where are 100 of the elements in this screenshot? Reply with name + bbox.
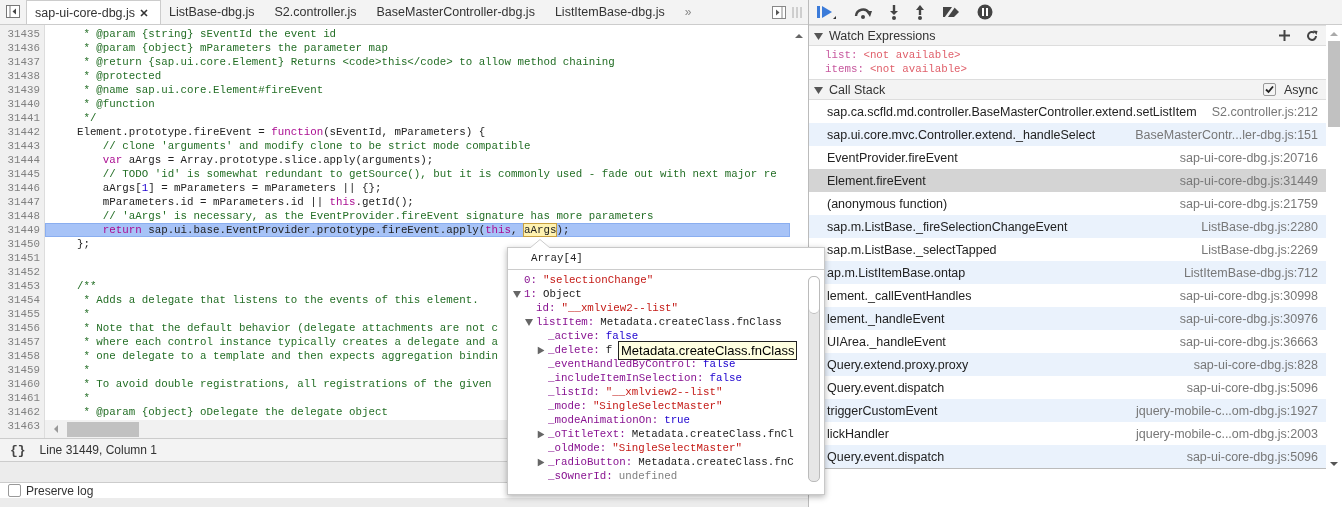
property-value: "SingleSelectMaster" bbox=[612, 441, 742, 455]
property-name: id: bbox=[536, 301, 556, 315]
function-name: triggerCustomEvent bbox=[827, 403, 938, 418]
property-value: Object bbox=[542, 287, 582, 301]
line-number: 31437 bbox=[6, 55, 41, 69]
line-number: 31460 bbox=[6, 377, 41, 391]
line-number: 31457 bbox=[6, 335, 41, 349]
function-name: Query.extend.proxy.proxy bbox=[827, 357, 969, 372]
code-text: * one delegate to a template and then expects aggregation bindin bbox=[82, 350, 499, 362]
line-number: 31440 bbox=[6, 97, 41, 111]
property-value: "selectionChange" bbox=[542, 273, 654, 287]
code-text: * @param {object} mParameters the parameter map bbox=[82, 42, 388, 54]
line-number: 31445 bbox=[6, 167, 41, 181]
property-name: _active: bbox=[548, 329, 600, 343]
property-name: _eventHandledByControl: bbox=[548, 357, 698, 371]
code-text: ] = mParameters = mParameters || {}; bbox=[148, 182, 382, 194]
line-number: 31448 bbox=[6, 209, 41, 223]
property-name: _oldMode: bbox=[548, 441, 607, 455]
code-text: , bbox=[511, 224, 519, 236]
code-text: 1 bbox=[141, 182, 149, 194]
line-number: 31462 bbox=[6, 405, 41, 419]
code-text: * @function bbox=[82, 98, 155, 110]
line-number: 31461 bbox=[6, 391, 41, 405]
code-text: this bbox=[485, 224, 512, 236]
property-value: Metadata.createClass.fnClass bbox=[600, 315, 782, 329]
code-text: sap.ui.base.EventProvider.prototype.fireEvent.apply( bbox=[147, 224, 486, 236]
property-value: false bbox=[605, 329, 639, 343]
line-number: 31456 bbox=[6, 321, 41, 335]
watch-value: <not available> bbox=[863, 48, 961, 62]
watch-name: items: bbox=[825, 62, 864, 76]
line-number: 31463 bbox=[6, 419, 41, 433]
function-name: EventProvider.fireEvent bbox=[827, 150, 958, 165]
cursor-position: Line 31449, Column 1 bbox=[39, 443, 158, 457]
property-value: "SingleSelectMaster" bbox=[592, 399, 723, 413]
tooltip: Metadata.createClass.fnClass bbox=[618, 341, 798, 360]
code-text: * bbox=[82, 308, 90, 320]
function-name: (anonymous function) bbox=[827, 196, 948, 211]
code-text: // clone 'arguments' and modify clone to be strict mode compatible bbox=[101, 140, 531, 152]
function-name: ap.m.ListItemBase.ontap bbox=[827, 265, 966, 280]
checkbox-label: Async bbox=[1283, 82, 1318, 97]
property-value: f bbox=[605, 343, 613, 357]
line-number: 31438 bbox=[6, 69, 41, 83]
code-text: // TODO 'id' is somewhat redundant to getSource(), but it is commonly used - fade out with next major re bbox=[101, 168, 777, 180]
watch-name: list: bbox=[825, 48, 858, 62]
line-number: 31446 bbox=[6, 181, 41, 195]
code-text: aArgs[ bbox=[101, 182, 142, 194]
function-name: Query.event.dispatch bbox=[827, 380, 945, 395]
property-value: "__xmlview2--list" bbox=[561, 301, 679, 315]
code-text: // 'aArgs' is necessary, as the EventProvider.fireEvent signature has more parameters bbox=[101, 210, 654, 222]
code-text: */ bbox=[82, 112, 97, 124]
code-text: (sEventId, mParameters) { bbox=[323, 126, 486, 138]
code-text: * bbox=[82, 364, 90, 376]
line-number: 31441 bbox=[6, 111, 41, 125]
property-name: _modeAnimationOn: bbox=[548, 413, 659, 427]
line-number: 31450 bbox=[6, 237, 41, 251]
function-name: Query.event.dispatch bbox=[827, 449, 945, 464]
function-name: lickHandler bbox=[827, 426, 889, 441]
line-number: 31455 bbox=[6, 307, 41, 321]
code-text: Element.prototype.fireEvent = bbox=[75, 126, 266, 138]
code-text: * bbox=[82, 392, 90, 404]
property-name: _listId: bbox=[548, 385, 600, 399]
code-text: mParameters.id = mParameters.id || bbox=[101, 196, 325, 208]
code-text: * Note that the default behavior (delegate attachments are not c bbox=[82, 322, 499, 334]
line-number: 31442 bbox=[6, 125, 41, 139]
code-text: return bbox=[101, 224, 142, 236]
code-text: * @param {object} oDelegate the delegate object bbox=[82, 406, 388, 418]
property-name: 0: bbox=[524, 273, 537, 287]
watch-value: <not available> bbox=[869, 62, 968, 76]
code-text: * @param {string} sEventId the event id bbox=[82, 28, 337, 40]
popover-title: Array[4] bbox=[508, 248, 824, 270]
code-text: this bbox=[329, 196, 356, 208]
line-number: 31458 bbox=[6, 349, 41, 363]
function-name: lement._handleEvent bbox=[827, 311, 945, 326]
section-title: Watch Expressions bbox=[829, 28, 936, 43]
code-text: * To avoid double registrations, all registrations of the given bbox=[82, 378, 492, 390]
property-value: true bbox=[664, 413, 691, 427]
checkbox-label: Preserve log bbox=[26, 483, 94, 498]
property-name: _delete: bbox=[548, 343, 600, 357]
function-name: Element.fireEvent bbox=[827, 173, 926, 188]
code-text: var bbox=[101, 154, 123, 166]
code-text: aArgs = Array.prototype.slice.apply(arguments); bbox=[127, 154, 434, 166]
function-name: sap.ui.core.mvc.Controller.extend._handleSelect bbox=[827, 127, 1096, 142]
property-name: _sOwnerId: bbox=[548, 469, 613, 483]
line-number: 31444 bbox=[6, 153, 41, 167]
code-text: .getId(); bbox=[355, 196, 414, 208]
code-text: * Adds a delegate that listens to the events of this element. bbox=[82, 294, 479, 306]
property-name: listItem: bbox=[536, 315, 595, 329]
code-text: }; bbox=[75, 238, 90, 250]
line-number: 31449 bbox=[6, 223, 41, 237]
property-value: Metadata.createClass.fnC bbox=[638, 455, 794, 469]
line-number: 31452 bbox=[6, 265, 41, 279]
line-number: 31451 bbox=[6, 251, 41, 265]
property-name: _oTitleText: bbox=[548, 427, 626, 441]
line-number: 31443 bbox=[6, 139, 41, 153]
function-name: sap.m.ListBase._fireSelectionChangeEvent bbox=[827, 219, 1068, 234]
function-name: lement._callEventHandles bbox=[827, 288, 972, 303]
line-number: 31454 bbox=[6, 293, 41, 307]
property-value: "__xmlview2--list" bbox=[605, 385, 723, 399]
line-number: 31459 bbox=[6, 363, 41, 377]
code-text: * where each control instance typically creates a delegate and a bbox=[82, 336, 499, 348]
